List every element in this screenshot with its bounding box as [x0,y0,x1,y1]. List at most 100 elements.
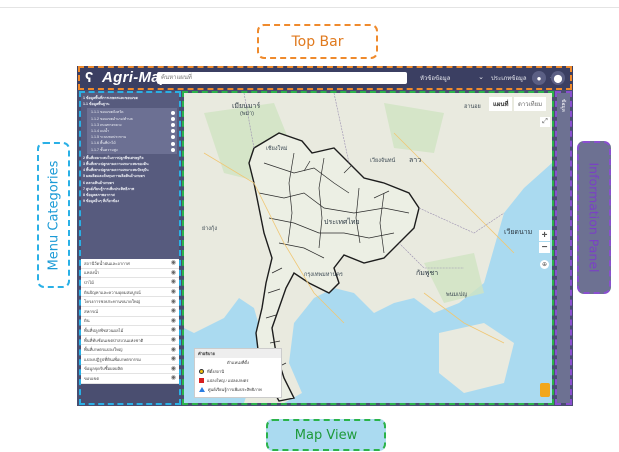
top-bar-callout: Top Bar [257,24,378,59]
menu-categories: 1 ข้อมูลพื้นที่การเกษตรและขอบเขต 1.1 ข้อม… [81,92,179,403]
layer-label: ดิน [84,318,90,324]
eye-icon[interactable]: ◉ [171,375,176,381]
map-type-button[interactable]: แผนที่ [489,97,513,111]
square-marker-icon [199,378,204,383]
eye-icon[interactable]: ◉ [171,347,176,353]
map-label-thailand: ประเทศไทย [324,219,360,226]
search-input[interactable] [157,72,407,84]
layer-item[interactable]: ขอบเขต ◉ [81,374,179,384]
category-item[interactable]: 1.1 ข้อมูลพื้นฐาน [83,101,177,107]
layer-label: ป่าไม้ [84,279,94,285]
fullscreen-icon[interactable]: ⤢ [540,117,550,127]
toggle-dot-icon[interactable] [171,141,175,146]
subcategory-label: 1.1.7 ชั้นความสูง [91,147,118,152]
toggle-dot-icon[interactable] [171,135,175,140]
eye-icon[interactable]: ◉ [171,337,176,343]
map-label-vietnam: เวียดนาม [504,229,533,236]
land-south-east [439,323,514,393]
layer-label: พื้นที่ปลูกพืชสวนผลไม้ [84,327,124,333]
legend-item: ศูนย์เรียนรู้การเพิ่มประสิทธิภาพ [195,385,281,394]
map-label-cambodia: กัมพูชา [416,270,439,277]
layer-label: พื้นที่เกษตรแปลงใหญ่ [84,347,123,353]
subcategory-item[interactable]: 1.1.7 ชั้นความสูง [89,147,175,153]
layer-item[interactable]: พื้นที่ทับซ้อนเขตป่าสงวนแห่งชาติ ◉ [81,336,179,346]
layer-item[interactable]: โครงการชลประทานขนาดใหญ่ ◉ [81,297,179,307]
type-select-value: ประเภทข้อมูล [491,76,527,82]
eye-icon[interactable]: ◉ [171,308,176,314]
legend-item-label: ศูนย์เรียนรู้การเพิ่มประสิทธิภาพ [208,387,262,392]
location-pin-icon[interactable]: ⬤ [551,71,565,85]
legend-items: ที่ตั้งสถานีแปลงใหญ่ / แปลงเกษตรศูนย์เรี… [195,367,281,394]
top-bar: ʕ Agri-Map หัวข้อข้อมูล ⌄ ประเภทข้อมูล ⌄… [77,66,573,90]
layer-item[interactable]: พื้นที่เกษตรแปลงใหญ่ ◉ [81,345,179,355]
information-panel[interactable]: ข้อมูล [557,93,570,403]
layer-label: สหกรณ์ [84,308,98,314]
map-label-phnom-penh: พนมเปญ [446,292,468,298]
layer-item[interactable]: ข้อมูลจุดรับซื้อผลผลิต ◉ [81,365,179,375]
info-panel-tab[interactable]: ข้อมูล [559,99,567,112]
eye-icon[interactable]: ◉ [171,279,176,285]
top-bar-callout-label: Top Bar [291,33,344,50]
topic-select-value: หัวข้อข้อมูล [420,76,451,82]
page-divider [0,7,619,8]
layer-item[interactable]: ป่าไม้ ◉ [81,278,179,288]
eye-icon[interactable]: ◉ [171,356,176,362]
eye-icon[interactable]: ◉ [171,366,176,372]
crosshair-icon[interactable]: ⊕ [540,260,549,269]
category-tree: 1 ข้อมูลพื้นที่การเกษตรและขอบเขต 1.1 ข้อม… [81,92,179,259]
layer-item[interactable]: สหกรณ์ ◉ [81,307,179,317]
eye-icon[interactable]: ◉ [171,327,176,333]
layer-item[interactable]: พื้นที่ปลูกพืชสวนผลไม้ ◉ [81,326,179,336]
layer-item[interactable]: สถานีวัดน้ำฝนและอากาศ ◉ [81,259,179,269]
layer-label: ดินปัญหาและความอุดมสมบูรณ์ [84,289,141,295]
layer-item[interactable]: ดินปัญหาและความอุดมสมบูรณ์ ◉ [81,288,179,298]
layer-item[interactable]: แหล่งน้ำ ◉ [81,269,179,279]
layer-label: ข้อมูลจุดรับซื้อผลผลิต [84,366,123,372]
toggle-dot-icon[interactable] [171,129,175,134]
toggle-dot-icon[interactable] [171,147,175,152]
eye-icon[interactable]: ◉ [171,270,176,276]
map-view-callout: Map View [266,419,386,451]
eye-icon[interactable]: ◉ [171,299,176,305]
legend-item-label: แปลงใหญ่ / แปลงเกษตร [207,378,249,383]
layer-label: แปลงปฏิรูปที่ดินเพื่อเกษตรกรรม [84,356,141,362]
category-item[interactable]: 9 ข้อมูลอื่นๆ ที่เกี่ยวข้อง [83,198,177,204]
information-panel-callout-label: Information Panel [586,162,602,273]
map-view-callout-label: Map View [294,427,358,443]
layer-label: แหล่งน้ำ [84,270,100,276]
pegman-icon[interactable] [540,383,550,397]
layer-label: พื้นที่ทับซ้อนเขตป่าสงวนแห่งชาติ [84,337,144,343]
toggle-dot-icon[interactable] [171,122,175,127]
subcategory-list: 1.1.1 ขอบเขตจังหวัด 1.1.2 ขอบเขตอำเภอ/ตำบ… [87,108,177,154]
legend-item: ที่ตั้งสถานี [195,367,281,376]
eye-icon[interactable]: ◉ [171,318,176,324]
information-panel-callout: Information Panel [577,141,611,294]
layer-item[interactable]: แปลงปฏิรูปที่ดินเพื่อเกษตรกรรม ◉ [81,355,179,365]
satellite-type-button[interactable]: ดาวเทียม [514,97,547,111]
eye-icon[interactable]: ◉ [171,289,176,295]
menu-categories-callout: Menu Categories [37,142,70,288]
map-label-bangkok: กรุงเทพมหานคร [304,272,343,278]
layer-item[interactable]: ดิน ◉ [81,317,179,327]
toggle-dot-icon[interactable] [171,116,175,121]
legend-item-label: ที่ตั้งสถานี [207,369,225,374]
map-view[interactable]: เมียนมาร์ (พม่า) ลาว ประเทศไทย เวียดนาม … [184,93,552,403]
map-label-vientiane: เวียงจันทน์ [370,158,396,164]
legend-subtitle: ตำแหน่งที่ตั้ง [227,360,249,365]
legend-item: แปลงใหญ่ / แปลงเกษตร [195,376,281,385]
layer-label: สถานีวัดน้ำฝนและอากาศ [84,260,130,266]
map-label-chiang-mai: เชียงใหม่ [266,146,288,152]
triangle-marker-icon [199,387,205,392]
eye-icon[interactable]: ◉ [171,260,176,266]
zoom-in-button[interactable]: + [539,230,550,241]
zoom-out-button[interactable]: − [539,242,550,253]
chevron-down-icon: ⌄ [478,74,484,81]
map-label-laos: ลาว [409,157,422,164]
map-label-yangon: ย่างกุ้ง [202,226,218,232]
map-label-myanmar-en: (พม่า) [240,111,255,117]
toggle-dot-icon[interactable] [171,110,175,115]
leaf-mark-icon: ʕ [85,69,94,86]
topic-select[interactable]: หัวข้อข้อมูล ⌄ [420,73,484,83]
circle-marker-icon [199,369,204,374]
user-icon[interactable]: ● [532,71,546,85]
